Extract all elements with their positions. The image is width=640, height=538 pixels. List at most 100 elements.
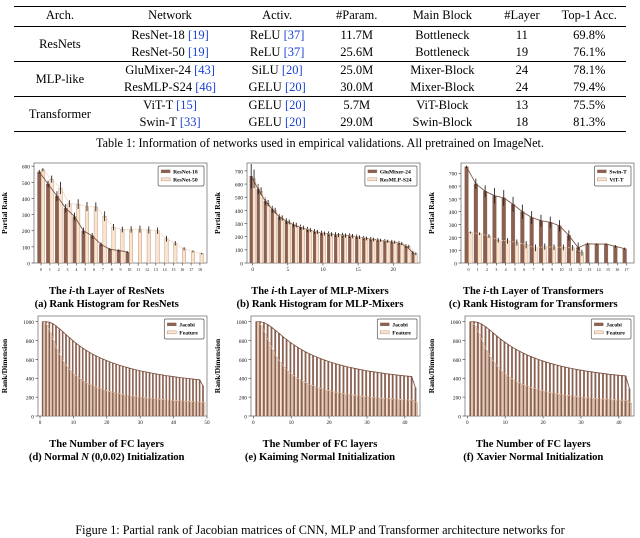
svg-text:100: 100 — [22, 245, 30, 251]
citation-ref[interactable]: [20] — [279, 63, 303, 77]
svg-text:200: 200 — [235, 235, 243, 241]
svg-text:10: 10 — [127, 267, 131, 272]
svg-text:0: 0 — [466, 420, 469, 426]
citation-ref[interactable]: [20] — [282, 98, 306, 112]
citation-ref[interactable]: [37] — [280, 45, 305, 59]
svg-text:100: 100 — [449, 249, 457, 255]
svg-text:400: 400 — [453, 377, 461, 383]
cell-activ: SiLU [20] — [251, 63, 303, 77]
svg-text:5: 5 — [84, 267, 86, 272]
svg-text:Jacobi: Jacobi — [179, 322, 195, 328]
subcaption-c: (c) Rank Histogram for Transformers — [448, 298, 618, 310]
svg-text:400: 400 — [22, 197, 30, 203]
cell-activ: GELU [20] — [248, 98, 306, 112]
subcaption-b: (b) Rank Histogram for MLP-Mixers — [236, 298, 404, 310]
svg-text:12: 12 — [578, 267, 582, 272]
svg-text:15: 15 — [171, 267, 175, 272]
table-caption: Table 1: Information of networks used in… — [96, 136, 544, 150]
citation-ref[interactable]: [19] — [185, 28, 209, 42]
svg-text:8: 8 — [111, 267, 113, 272]
cell-network: GluMixer-24 [43] — [125, 63, 215, 77]
svg-text:10: 10 — [502, 420, 508, 426]
svg-text:1: 1 — [49, 267, 51, 272]
plot-b: 0 100 200 300 400 500 600 700 0 5 10 15 20 Partial Ra… — [213, 157, 426, 287]
svg-text:20: 20 — [104, 420, 110, 426]
cell-param: 25.0M — [340, 63, 374, 77]
svg-text:13: 13 — [587, 267, 591, 272]
svg-text:6: 6 — [93, 267, 95, 272]
svg-text:200: 200 — [239, 396, 247, 402]
citation-ref[interactable]: [15] — [173, 98, 197, 112]
svg-text:5: 5 — [287, 267, 290, 273]
cell-top1: 78.1% — [573, 63, 606, 77]
citation-ref[interactable]: [37] — [280, 28, 305, 42]
svg-text:0: 0 — [245, 414, 248, 420]
svg-text:Swin-T: Swin-T — [609, 169, 627, 175]
svg-text:11: 11 — [136, 267, 140, 272]
svg-text:200: 200 — [22, 229, 30, 235]
svg-text:600: 600 — [239, 358, 247, 364]
svg-text:0: 0 — [31, 414, 34, 420]
svg-text:500: 500 — [22, 181, 30, 187]
svg-text:4: 4 — [75, 267, 77, 272]
svg-text:13: 13 — [154, 267, 158, 272]
col-header-arch: Arch. — [45, 8, 74, 22]
figure-panel-c: 0 100 200 300 400 500 600 700 0 1 2 3 4 5 6 7 8 9 10 11 12 13… — [427, 157, 640, 310]
svg-text:500: 500 — [235, 196, 243, 202]
svg-text:30: 30 — [578, 420, 584, 426]
svg-text:Rank/Dimension: Rank/Dimension — [213, 338, 222, 393]
svg-text:7: 7 — [102, 267, 104, 272]
svg-text:200: 200 — [449, 236, 457, 242]
svg-text:200: 200 — [453, 396, 461, 402]
citation-ref[interactable]: [19] — [185, 45, 209, 59]
col-header-main-block: Main Block — [412, 8, 473, 22]
cell-activ: ReLU [37] — [249, 45, 305, 59]
svg-text:18: 18 — [198, 267, 202, 272]
svg-text:800: 800 — [453, 339, 461, 345]
table-row: Swin-T [33] GELU [20] 29.0M Swin-Block 18 81.… — [14, 114, 626, 132]
citation-ref[interactable]: [20] — [282, 80, 306, 94]
cell-arch: ResNets — [39, 36, 81, 51]
table-header: Arch. Network Activ. #Param. Main Block … — [14, 6, 626, 27]
svg-text:17: 17 — [189, 267, 193, 272]
cell-layer: 24 — [515, 63, 529, 77]
col-header-network: Network — [148, 8, 192, 22]
xlabel-b: The i-th Layer of MLP-Mixers — [251, 286, 389, 297]
svg-text:14: 14 — [163, 267, 167, 272]
svg-text:30: 30 — [138, 420, 144, 426]
svg-text:ResNet-50: ResNet-50 — [173, 177, 198, 183]
citation-ref[interactable]: [20] — [282, 115, 306, 129]
svg-text:9: 9 — [120, 267, 122, 272]
svg-text:ResMLP-S24: ResMLP-S24 — [380, 177, 412, 183]
citation-ref[interactable]: [43] — [191, 63, 215, 77]
citation-ref[interactable]: [46] — [192, 80, 216, 94]
svg-text:600: 600 — [453, 358, 461, 364]
cell-param: 30.0M — [340, 80, 374, 94]
svg-text:0: 0 — [458, 414, 461, 420]
svg-text:14: 14 — [596, 267, 600, 272]
svg-text:100: 100 — [235, 248, 243, 254]
svg-text:400: 400 — [26, 377, 34, 383]
cell-main-block: Bottleneck — [415, 45, 470, 59]
svg-text:17: 17 — [624, 267, 628, 272]
svg-text:Feature: Feature — [393, 330, 412, 336]
svg-text:800: 800 — [239, 339, 247, 345]
col-header-layer: #Layer — [504, 8, 540, 22]
svg-text:Partial Rank: Partial Rank — [0, 191, 9, 234]
cell-activ: GELU [20] — [248, 115, 306, 129]
svg-text:Rank/Dimension: Rank/Dimension — [0, 338, 9, 393]
xlabel-c: The i-th Layer of Transformers — [462, 286, 604, 297]
cell-layer: 24 — [515, 80, 529, 94]
figure-panel-e: 0 200 400 600 800 1000 0 10 20 30 40 Rank/Dimension… — [213, 310, 426, 463]
svg-text:400: 400 — [239, 377, 247, 383]
svg-text:ResNet-18: ResNet-18 — [173, 169, 198, 175]
figure-grid: 0 100 200 300 400 500 600 0 1 2 3 4 5 6 7 8 9 10 11 12 13 14 1… — [0, 157, 640, 463]
svg-text:12: 12 — [145, 267, 149, 272]
cell-arch: Transformer — [28, 106, 91, 121]
citation-ref[interactable]: [33] — [177, 115, 201, 129]
svg-text:2: 2 — [486, 267, 488, 272]
svg-text:40: 40 — [616, 420, 622, 426]
svg-text:20: 20 — [540, 420, 546, 426]
cell-main-block: Swin-Block — [412, 115, 473, 129]
cell-network: ResNet-18 [19] — [131, 28, 209, 42]
